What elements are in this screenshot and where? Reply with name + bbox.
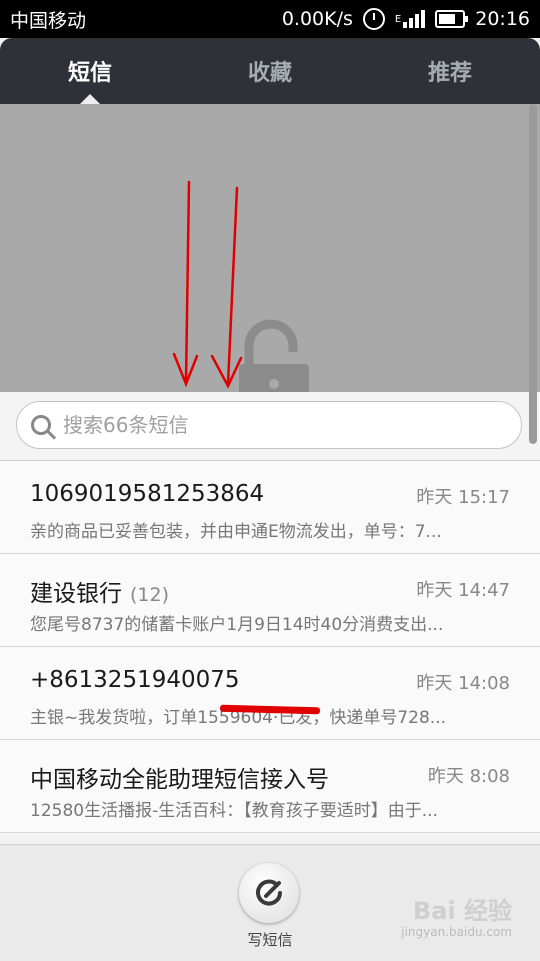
scrollbar[interactable] (529, 104, 537, 444)
bottom-bar: 写短信 Bai 经验 jingyan.baidu.com (0, 844, 540, 961)
carrier-name: 中国移动 (10, 9, 87, 32)
sender-name: +8613251940075 (30, 667, 240, 693)
search-bar (0, 392, 540, 461)
compose-button[interactable] (239, 863, 299, 923)
network-type: E (394, 14, 402, 25)
message-time: 昨天 8:08 (427, 766, 510, 787)
tab-favorites[interactable]: 收藏 (180, 38, 360, 104)
message-row[interactable]: 1069019581253864 昨天 15:17 亲的商品已妥善包装，并由申通… (0, 461, 540, 554)
tab-messages[interactable]: 短信 (0, 38, 180, 104)
tab-label: 短信 (67, 61, 112, 86)
message-snippet: 12580生活播报-生活百科：【教育孩子要适时】由于... (30, 801, 438, 821)
sender-name-wrap: 建设银行 (12) (30, 574, 169, 608)
message-row[interactable]: +8613251940075 昨天 14:08 主银~我发货啦，订单155960… (0, 647, 540, 740)
compose-icon (256, 879, 282, 906)
sender-name: 中国移动全能助理短信接入号 (30, 767, 329, 793)
message-list: 1069019581253864 昨天 15:17 亲的商品已妥善包装，并由申通… (0, 461, 540, 833)
message-snippet: 亲的商品已妥善包装，并由申通E物流发出，单号：7... (30, 522, 442, 542)
search-input[interactable] (61, 412, 485, 438)
tab-label: 收藏 (247, 61, 292, 86)
pulldown-private-area[interactable] (0, 104, 540, 392)
message-snippet: 您尾号8737的储蓄卡账户1月9日14时40分消费支出... (30, 615, 444, 635)
battery-icon (435, 10, 469, 28)
tab-recommended[interactable]: 推荐 (360, 38, 540, 104)
message-row[interactable]: 中国移动全能助理短信接入号 昨天 8:08 12580生活播报-生活百科：【教育… (0, 740, 540, 833)
clock-time: 20:16 (475, 8, 530, 30)
watermark-logo: Bai 经验 (412, 897, 512, 925)
message-time: 昨天 14:47 (416, 580, 510, 601)
unlock-icon (239, 319, 309, 392)
watermark-url: jingyan.baidu.com (401, 925, 512, 939)
message-time: 昨天 14:08 (416, 673, 510, 694)
sender-name: 1069019581253864 (30, 481, 265, 507)
status-bar: 中国移动 0.00K/s E 20:16 (0, 0, 540, 38)
message-count: (12) (130, 584, 170, 606)
network-speed: 0.00K/s (281, 8, 353, 30)
alarm-icon (362, 8, 385, 30)
tab-bar: 短信 收藏 推荐 (0, 38, 540, 104)
tab-label: 推荐 (427, 61, 472, 86)
message-row[interactable]: 建设银行 (12) 昨天 14:47 您尾号8737的储蓄卡账户1月9日14时40… (0, 554, 540, 647)
search-icon (31, 415, 51, 435)
message-time: 昨天 15:17 (416, 487, 510, 508)
sender-name: 建设银行 (30, 581, 122, 607)
signal-icon (403, 10, 426, 28)
search-box[interactable] (16, 401, 522, 449)
